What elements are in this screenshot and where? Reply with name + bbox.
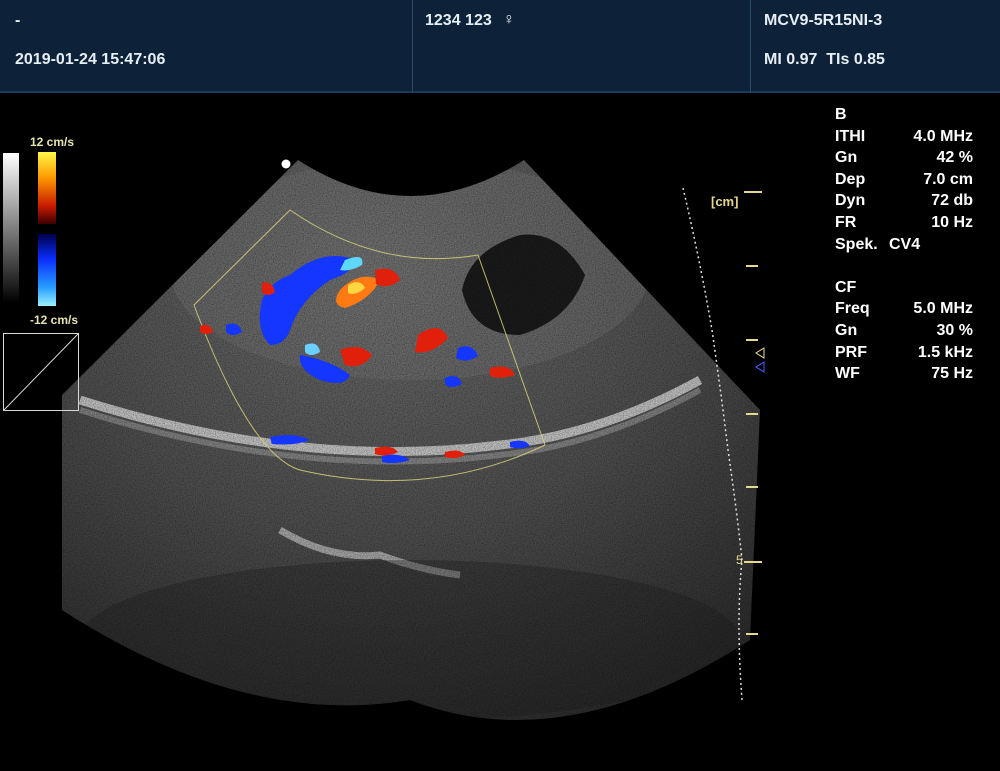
- param-value: 7.0 cm: [923, 170, 973, 188]
- header-id-cell: 1234 123 ♀: [413, 0, 751, 93]
- parameter-panel: B ITHI 4.0 MHz Gn 42 % Dep 7.0 cm Dyn 72…: [835, 104, 973, 385]
- cf-mode-title: CF: [835, 278, 857, 296]
- velocity-bar-negative: [38, 234, 56, 306]
- b-param-row: Dyn 72 db: [835, 190, 973, 212]
- header-probe-cell: MCV9-5R15NI-3 MI 0.97 TIs 0.85: [751, 0, 1000, 93]
- thermal-indices: MI 0.97 TIs 0.85: [764, 51, 885, 68]
- param-value: 5.0 MHz: [913, 300, 973, 318]
- cf-param-row: WF 75 Hz: [835, 363, 973, 385]
- cf-param-row: Gn 30 %: [835, 320, 973, 342]
- velocity-top-label: 12 cm/s: [30, 135, 75, 149]
- b-param-row: FR 10 Hz: [835, 212, 973, 234]
- grayscale-bar: [3, 153, 19, 303]
- map-selector-icon[interactable]: [3, 333, 79, 411]
- sector-scan: [62, 160, 760, 720]
- param-label: ITHI: [835, 127, 866, 145]
- param-value: 42 %: [936, 149, 973, 167]
- probe-name: MCV9-5R15NI-3: [764, 12, 883, 29]
- patient-name: -: [15, 12, 21, 29]
- info-header: - 2019-01-24 15:47:06 1234 123 ♀ MCV9-5R…: [0, 0, 1000, 93]
- depth-unit-label: [cm]: [711, 194, 739, 209]
- b-param-row: Spek. CV4: [835, 234, 920, 256]
- param-value: 10 Hz: [931, 213, 973, 231]
- b-param-row: Gn 42 %: [835, 147, 973, 169]
- exam-datetime: 2019-01-24 15:47:06: [15, 51, 166, 68]
- depth-marker-label: 5: [736, 553, 743, 567]
- param-label: Freq: [835, 300, 870, 318]
- param-label: WF: [835, 365, 860, 383]
- b-param-row: Dep 7.0 cm: [835, 169, 973, 191]
- param-value: 1.5 kHz: [917, 343, 973, 361]
- param-label: Spek.: [835, 235, 878, 253]
- patient-id: 1234 123: [425, 12, 492, 29]
- param-value: 4.0 MHz: [913, 127, 973, 145]
- param-value: 72 db: [931, 192, 973, 210]
- param-label: Gn: [835, 149, 858, 167]
- velocity-bar-positive: [38, 152, 56, 224]
- param-label: Dep: [835, 170, 866, 188]
- cf-param-row: Freq 5.0 MHz: [835, 298, 973, 320]
- param-value: 30 %: [936, 321, 973, 339]
- header-patient-cell: - 2019-01-24 15:47:06: [0, 0, 413, 93]
- param-label: PRF: [835, 343, 867, 361]
- focal-zone-marker-icon[interactable]: [755, 347, 765, 373]
- param-value: 75 Hz: [931, 365, 973, 383]
- param-label: FR: [835, 213, 857, 231]
- param-label: Dyn: [835, 192, 866, 210]
- velocity-bottom-label: -12 cm/s: [30, 313, 79, 327]
- param-label: Gn: [835, 321, 858, 339]
- gender-icon: ♀: [503, 11, 515, 28]
- param-value: CV4: [889, 235, 921, 253]
- cf-param-row: PRF 1.5 kHz: [835, 342, 973, 364]
- focus-dot-icon: [281, 159, 291, 169]
- b-param-row: ITHI 4.0 MHz: [835, 126, 973, 148]
- b-mode-title: B: [835, 106, 847, 123]
